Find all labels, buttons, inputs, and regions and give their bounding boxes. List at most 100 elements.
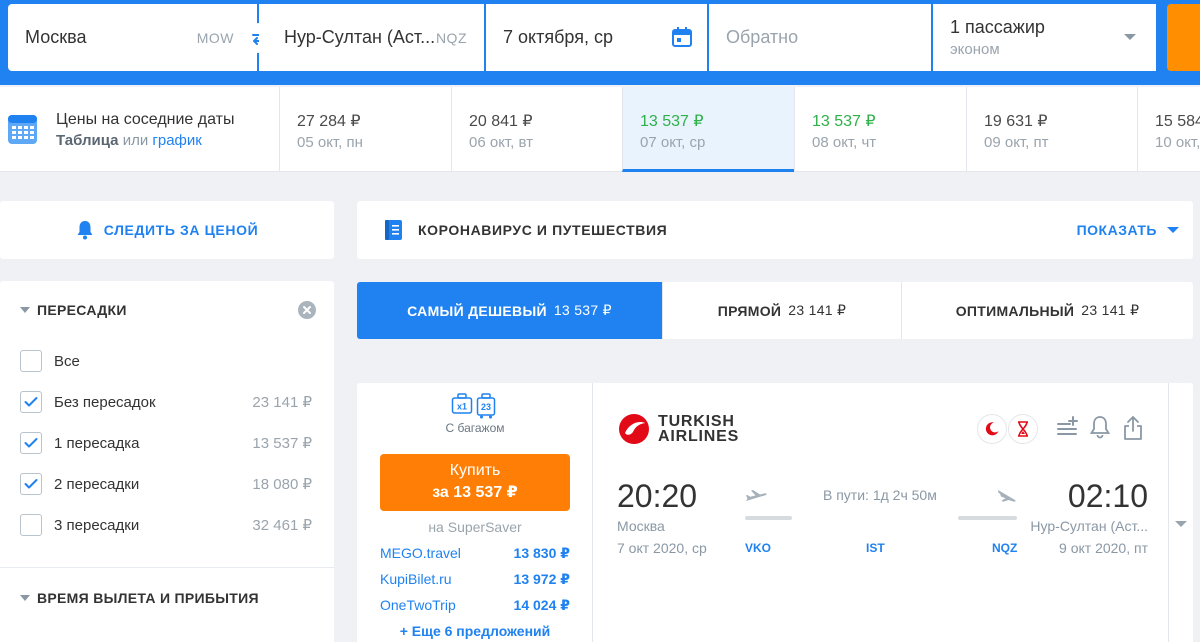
transfer-airport-code: IST	[866, 541, 885, 555]
date-day: 05 окт, пн	[297, 134, 363, 151]
airline-name-line1: TURKISH	[658, 413, 735, 430]
share-icon[interactable]	[1122, 415, 1144, 441]
depart-date-value: 7 октября, ср	[503, 27, 613, 47]
date-price: 19 631 ₽	[984, 113, 1048, 130]
clear-filter-icon[interactable]	[298, 301, 316, 319]
baggage-label: С багажом	[445, 421, 505, 435]
checkmark-icon	[24, 479, 38, 489]
ticket-card: x1 23 С багажом Купить за 13 537 ₽ на Su…	[357, 383, 1193, 642]
baggage-info: x1 23	[451, 393, 496, 419]
return-date-field[interactable]: Обратно	[709, 4, 931, 71]
neighbour-dates-strip: Цены на соседние даты Таблица или график…	[0, 87, 1200, 172]
stops-option-one[interactable]: 1 пересадка 13 537 ₽	[20, 431, 312, 455]
stops-option-direct[interactable]: Без пересадок 23 141 ₽	[20, 390, 312, 414]
return-date-placeholder: Обратно	[726, 27, 799, 47]
date-price: 13 537 ₽	[812, 113, 876, 130]
stops-filter-title: ПЕРЕСАДКИ	[37, 302, 127, 318]
date-day: 07 окт, ср	[640, 134, 706, 151]
option-label: 3 пересадки	[54, 516, 140, 534]
option-price: 13 537 ₽	[252, 435, 312, 452]
date-price: 13 537 ₽	[640, 113, 704, 130]
checkbox-checked[interactable]	[20, 473, 42, 495]
date-price: 15 584 ₽	[1155, 113, 1200, 130]
show-covid-info-link[interactable]: ПОКАЗАТЬ	[1077, 222, 1157, 238]
buy-label: Купить	[449, 462, 501, 479]
stops-filter-toggle[interactable]: ПЕРЕСАДКИ	[20, 302, 127, 318]
tab-label: ОПТИМАЛЬНЫЙ	[955, 302, 1075, 319]
checkbox-unchecked[interactable]	[20, 514, 42, 536]
date-cell-05[interactable]: 27 284 ₽ 05 окт, пн	[279, 87, 451, 172]
luggage-icon: 23	[476, 393, 496, 419]
turkish-airlines-logo-icon	[619, 414, 649, 444]
carry-on-icon: x1	[451, 393, 473, 414]
agent-offer[interactable]: MEGO.travel 13 830 ₽	[380, 545, 570, 562]
checkbox-checked[interactable]	[20, 432, 42, 454]
tab-optimal[interactable]: ОПТИМАЛЬНЫЙ 23 141 ₽	[901, 282, 1193, 339]
search-button[interactable]	[1167, 4, 1200, 71]
tab-value: 13 537 ₽	[553, 302, 612, 318]
date-price: 27 284 ₽	[297, 113, 361, 130]
destination-airport-code: NQZ	[992, 541, 1018, 555]
stops-option-all[interactable]: Все	[20, 349, 312, 373]
agent-offer[interactable]: OneTwoTrip 14 024 ₽	[380, 597, 570, 614]
date-day: 10 окт, сб	[1155, 134, 1200, 151]
chart-view-link[interactable]: график	[152, 132, 201, 149]
landing-plane-icon	[998, 490, 1016, 502]
watch-price-label: СЛЕДИТЬ ЗА ЦЕНОЙ	[103, 222, 259, 238]
chevron-down-icon	[1175, 521, 1187, 527]
agent-name: KupiBilet.ru	[380, 571, 452, 587]
tab-value: 23 141 ₽	[788, 302, 847, 318]
flight-details: TURKISH AIRLINES 20:20 Москва 7 окт 2020…	[594, 383, 1168, 642]
buy-price: за 13 537 ₽	[432, 484, 518, 501]
agent-name: OneTwoTrip	[380, 597, 456, 613]
neighbour-dates-intro: Цены на соседние даты Таблица или график	[0, 87, 278, 172]
checkbox-unchecked[interactable]	[20, 350, 42, 372]
option-label: 2 пересадки	[54, 475, 140, 493]
sort-tabs: САМЫЙ ДЕШЕВЫЙ 13 537 ₽ ПРЯМОЙ 23 141 ₽ О…	[357, 282, 1193, 339]
tab-direct[interactable]: ПРЯМОЙ 23 141 ₽	[662, 282, 901, 339]
time-filter-title: ВРЕМЯ ВЫЛЕТА И ПРИБЫТИЯ	[37, 590, 259, 606]
more-offers-link[interactable]: + Еще 6 предложений	[357, 623, 593, 639]
origin-airport-code: VKO	[745, 541, 772, 555]
depart-date-field[interactable]: 7 октября, ср	[486, 4, 707, 71]
watch-price-button[interactable]: СЛЕДИТЬ ЗА ЦЕНОЙ	[0, 201, 334, 259]
date-cell-10[interactable]: 15 584 ₽ 10 окт, сб	[1137, 87, 1200, 172]
date-day: 08 окт, чт	[812, 134, 877, 151]
buy-button[interactable]: Купить за 13 537 ₽	[380, 454, 570, 511]
stops-option-three[interactable]: 3 пересадки 32 461 ₽	[20, 513, 312, 537]
stops-option-two[interactable]: 2 пересадки 18 080 ₽	[20, 472, 312, 496]
destination-field[interactable]: Нур-Султан (Аст... NQZ	[259, 4, 484, 71]
departure-time: 20:20	[617, 478, 698, 514]
option-label: Без пересадок	[54, 393, 156, 411]
seller-label: на SuperSaver	[428, 519, 522, 535]
hourglass-icon	[1018, 421, 1028, 437]
tab-cheapest[interactable]: САМЫЙ ДЕШЕВЫЙ 13 537 ₽	[357, 282, 662, 339]
route-segment	[958, 516, 1017, 520]
date-cell-06[interactable]: 20 841 ₽ 06 окт, вт	[451, 87, 623, 172]
calendar-icon[interactable]	[671, 26, 693, 48]
bell-icon[interactable]	[1089, 415, 1111, 439]
cabin-class: эконом	[950, 41, 1000, 58]
agent-offer[interactable]: KupiBilet.ru 13 972 ₽	[380, 571, 570, 588]
passengers-field[interactable]: 1 пассажир эконом	[933, 4, 1156, 71]
option-price: 32 461 ₽	[252, 517, 312, 534]
checkmark-icon	[24, 397, 38, 407]
collapse-triangle-icon	[20, 307, 30, 313]
date-cell-08[interactable]: 13 537 ₽ 08 окт, чт	[794, 87, 966, 172]
covid-info-banner[interactable]: КОРОНАВИРУС И ПУТЕШЕСТВИЯ ПОКАЗАТЬ	[357, 201, 1193, 259]
ticket-purchase-panel: x1 23 С багажом Купить за 13 537 ₽ на Su…	[357, 383, 593, 642]
table-view-label[interactable]: Таблица	[56, 132, 119, 149]
origin-field[interactable]: Москва MOW	[8, 4, 257, 71]
add-to-list-icon[interactable]	[1056, 415, 1080, 439]
expand-ticket-toggle[interactable]	[1168, 383, 1193, 642]
passenger-count: 1 пассажир	[950, 17, 1045, 37]
checkmark-icon	[24, 438, 38, 448]
moon-icon	[985, 422, 999, 436]
date-price: 20 841 ₽	[469, 113, 533, 130]
time-filter-toggle[interactable]: ВРЕМЯ ВЫЛЕТА И ПРИБЫТИЯ	[20, 590, 259, 606]
date-cell-07-selected[interactable]: 13 537 ₽ 07 окт, ср	[622, 87, 794, 172]
flight-duration: В пути: 1д 2ч 50м	[823, 487, 937, 503]
date-cell-09[interactable]: 19 631 ₽ 09 окт, пт	[966, 87, 1138, 172]
option-label: Все	[54, 352, 80, 370]
checkbox-checked[interactable]	[20, 391, 42, 413]
